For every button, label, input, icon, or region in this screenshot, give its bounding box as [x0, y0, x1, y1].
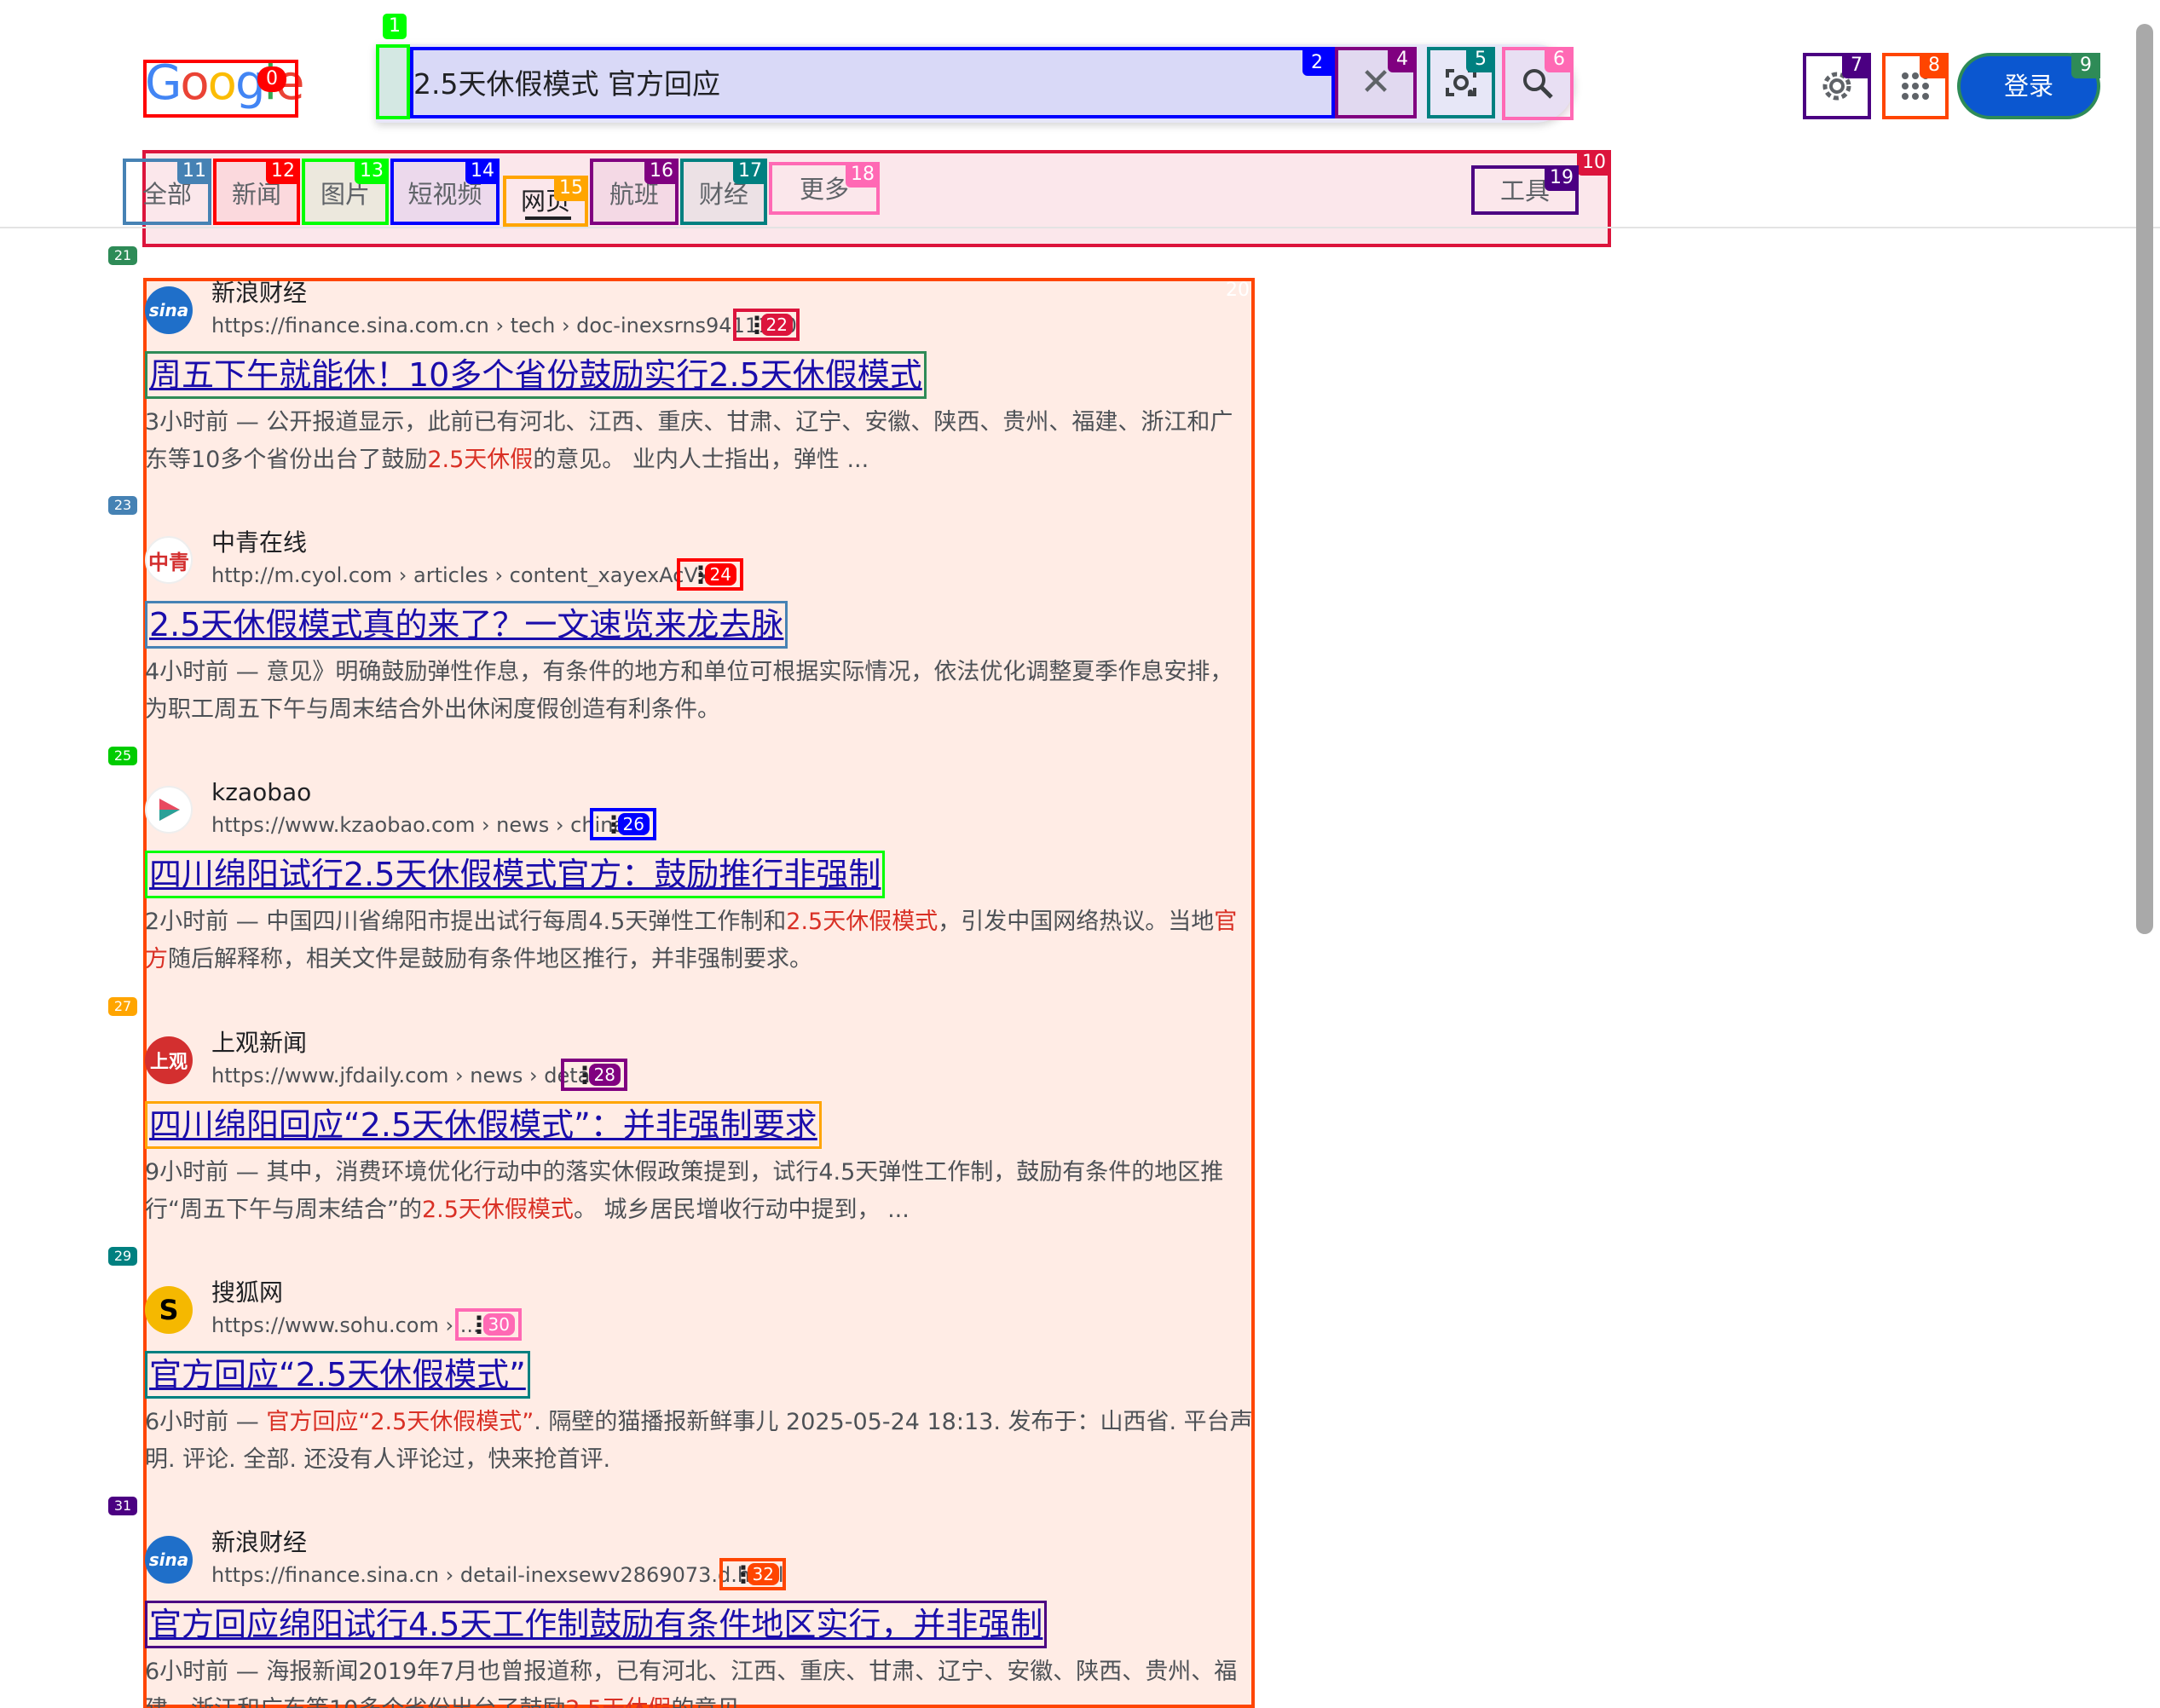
overlay-label-1: 1	[383, 14, 407, 39]
search-result: 上观 上观新闻 https://www.jfdaily.com › news ›…	[145, 1028, 1253, 1232]
result-marker-21: 21	[108, 246, 137, 265]
sina-favicon: sina	[145, 1536, 193, 1584]
result-marker-31: 31	[108, 1497, 137, 1515]
sohu-favicon: S	[145, 1286, 193, 1334]
overlay-label-2: 2	[1302, 50, 1331, 76]
settings-button[interactable]: 7	[1803, 53, 1871, 119]
overlay-label-11: 11	[177, 159, 211, 184]
overlay-label-16: 16	[644, 159, 679, 184]
result-url[interactable]: http://m.cyol.com › articles › content_x…	[211, 562, 726, 589]
tab-all[interactable]: 全部 11	[123, 159, 211, 225]
result-url[interactable]: https://www.kzaobao.com › news › china	[211, 811, 626, 839]
overlay-label-15: 15	[554, 176, 588, 201]
result-options-button[interactable]: ⋮ 26	[590, 808, 656, 840]
tab-finance[interactable]: 财经 17	[680, 159, 767, 225]
overlay-label-17: 17	[733, 159, 767, 184]
search-button[interactable]: 6	[1502, 47, 1574, 120]
result-site-name: 搜狐网	[211, 1278, 284, 1307]
result-site-name: 新浪财经	[211, 1528, 308, 1556]
overlay-label-24: 24	[704, 563, 736, 586]
overlay-label-0: 0	[257, 66, 286, 92]
overlay-label-30: 30	[482, 1313, 515, 1336]
search-result: kzaobao https://www.kzaobao.com › news ›…	[145, 777, 1253, 982]
result-snippet: 2小时前 — 中国四川省绵阳市提出试行每周4.5天弹性工作制和2.5天休假模式，…	[145, 909, 1238, 972]
search-result: sina 新浪财经 https://finance.sina.cn › deta…	[145, 1527, 1253, 1708]
overlay-label-10: 10	[1577, 150, 1611, 176]
result-options-button[interactable]: ⋮ 32	[719, 1558, 786, 1590]
result-title-link[interactable]: 2.5天休假模式真的来了？一文速览来龙去脉	[145, 601, 788, 649]
result-url[interactable]: https://finance.sina.com.cn › tech › doc…	[211, 312, 797, 339]
results-panel: 20	[143, 278, 1255, 1708]
result-marker-23: 23	[108, 496, 137, 515]
result-site-name: kzaobao	[211, 778, 312, 806]
clear-button[interactable]: ✕ 4	[1335, 47, 1417, 118]
result-snippet: 6小时前 — 海报新闻2019年7月也曾报道称，已有河北、江西、重庆、甘肃、辽宁…	[145, 1659, 1238, 1708]
tab-short-videos[interactable]: 短视频 14	[390, 159, 500, 225]
overlay-label-4: 4	[1388, 47, 1417, 72]
overlay-label-18: 18	[846, 162, 880, 188]
result-url[interactable]: https://finance.sina.cn › detail-inexsew…	[211, 1561, 784, 1589]
login-label: 登录	[2003, 72, 2053, 101]
search-result: S 搜狐网 https://www.sohu.com › ... ⋮ 30 官方…	[145, 1278, 1253, 1482]
result-options-button[interactable]: ⋮ 22	[733, 309, 800, 341]
overlay-label-32: 32	[747, 1563, 779, 1585]
tools-button[interactable]: 工具 19	[1471, 165, 1579, 215]
tab-web[interactable]: 网页 15	[503, 176, 588, 227]
result-site-name: 新浪财经	[211, 279, 308, 307]
overlay-label-9: 9	[2071, 53, 2100, 78]
tab-more[interactable]: 更多 18	[769, 162, 880, 215]
result-snippet: 9小时前 — 其中，消费环境优化行动中的落实休假政策提到，试行4.5天弹性工作制…	[145, 1159, 1224, 1223]
cyol-favicon: 中青	[145, 536, 193, 584]
overlay-label-8: 8	[1920, 53, 1949, 78]
lens-search-button[interactable]: 5	[1427, 47, 1495, 118]
overlay-label-13: 13	[355, 159, 389, 184]
result-title-link[interactable]: 四川绵阳试行2.5天休假模式官方：鼓励推行非强制	[145, 851, 886, 898]
apps-button[interactable]: 8	[1882, 53, 1949, 119]
result-url[interactable]: https://www.sohu.com › ...	[211, 1312, 480, 1339]
overlay-box-1: 1	[376, 14, 410, 119]
overlay-label-7: 7	[1842, 53, 1871, 78]
overlay-box-0: 0	[143, 60, 298, 118]
overlay-label-22: 22	[760, 314, 793, 336]
close-icon: ✕	[1360, 61, 1392, 104]
sina-favicon: sina	[145, 286, 193, 334]
result-title-link[interactable]: 四川绵阳回应“2.5天休假模式”：并非强制要求	[145, 1101, 822, 1149]
result-site-name: 中青在线	[211, 528, 308, 557]
tab-flights[interactable]: 航班 16	[590, 159, 679, 225]
search-input[interactable]: 2.5天休假模式 官方回应 2	[410, 47, 1335, 118]
overlay-label-12: 12	[266, 159, 300, 184]
result-title-link[interactable]: 官方回应“2.5天休假模式”	[145, 1351, 530, 1399]
result-snippet: 3小时前 — 公开报道显示，此前已有河北、江西、重庆、甘肃、辽宁、安徽、陕西、贵…	[145, 409, 1233, 473]
result-options-button[interactable]: ⋮ 30	[455, 1308, 522, 1341]
jfdaily-favicon: 上观	[145, 1036, 193, 1084]
result-url[interactable]: https://www.jfdaily.com › news › detail	[211, 1062, 602, 1089]
tab-images[interactable]: 图片 13	[302, 159, 389, 225]
result-options-button[interactable]: ⋮ 28	[561, 1059, 627, 1091]
result-marker-25: 25	[108, 747, 137, 765]
result-snippet: 4小时前 — 意见》明确鼓励弹性作息，有条件的地方和单位可根据实际情况，依法优化…	[145, 659, 1233, 723]
overlay-label-28: 28	[588, 1064, 621, 1086]
header-divider	[0, 227, 2160, 228]
login-button[interactable]: 登录 9	[1957, 53, 2100, 119]
search-query-text: 2.5天休假模式 官方回应	[413, 67, 720, 101]
search-result: sina 新浪财经 https://finance.sina.com.cn › …	[145, 278, 1253, 482]
search-result: 中青 中青在线 http://m.cyol.com › articles › c…	[145, 528, 1253, 732]
overlay-label-19: 19	[1545, 165, 1579, 191]
result-title-link[interactable]: 官方回应绵阳试行4.5天工作制鼓励有条件地区实行，并非强制	[145, 1601, 1048, 1648]
tab-news[interactable]: 新闻 12	[213, 159, 300, 225]
overlay-label-5: 5	[1466, 47, 1495, 72]
page-scrollbar[interactable]	[2136, 24, 2153, 934]
result-options-button[interactable]: ⋮ 24	[677, 558, 743, 591]
active-tab-underline	[525, 216, 571, 220]
overlay-label-26: 26	[617, 813, 650, 835]
result-site-name: 上观新闻	[211, 1029, 308, 1057]
result-title-link[interactable]: 周五下午就能休！10多个省份鼓励实行2.5天休假模式	[145, 351, 927, 399]
play-shape-icon	[159, 799, 180, 821]
result-snippet: 6小时前 — 官方回应“2.5天休假模式”. 隔壁的猫播报新鲜事儿 2025-0…	[145, 1409, 1253, 1473]
kzaobao-favicon	[145, 786, 193, 834]
result-marker-27: 27	[108, 997, 137, 1016]
overlay-label-14: 14	[465, 159, 500, 184]
result-marker-29: 29	[108, 1247, 137, 1266]
overlay-label-6: 6	[1545, 47, 1574, 72]
